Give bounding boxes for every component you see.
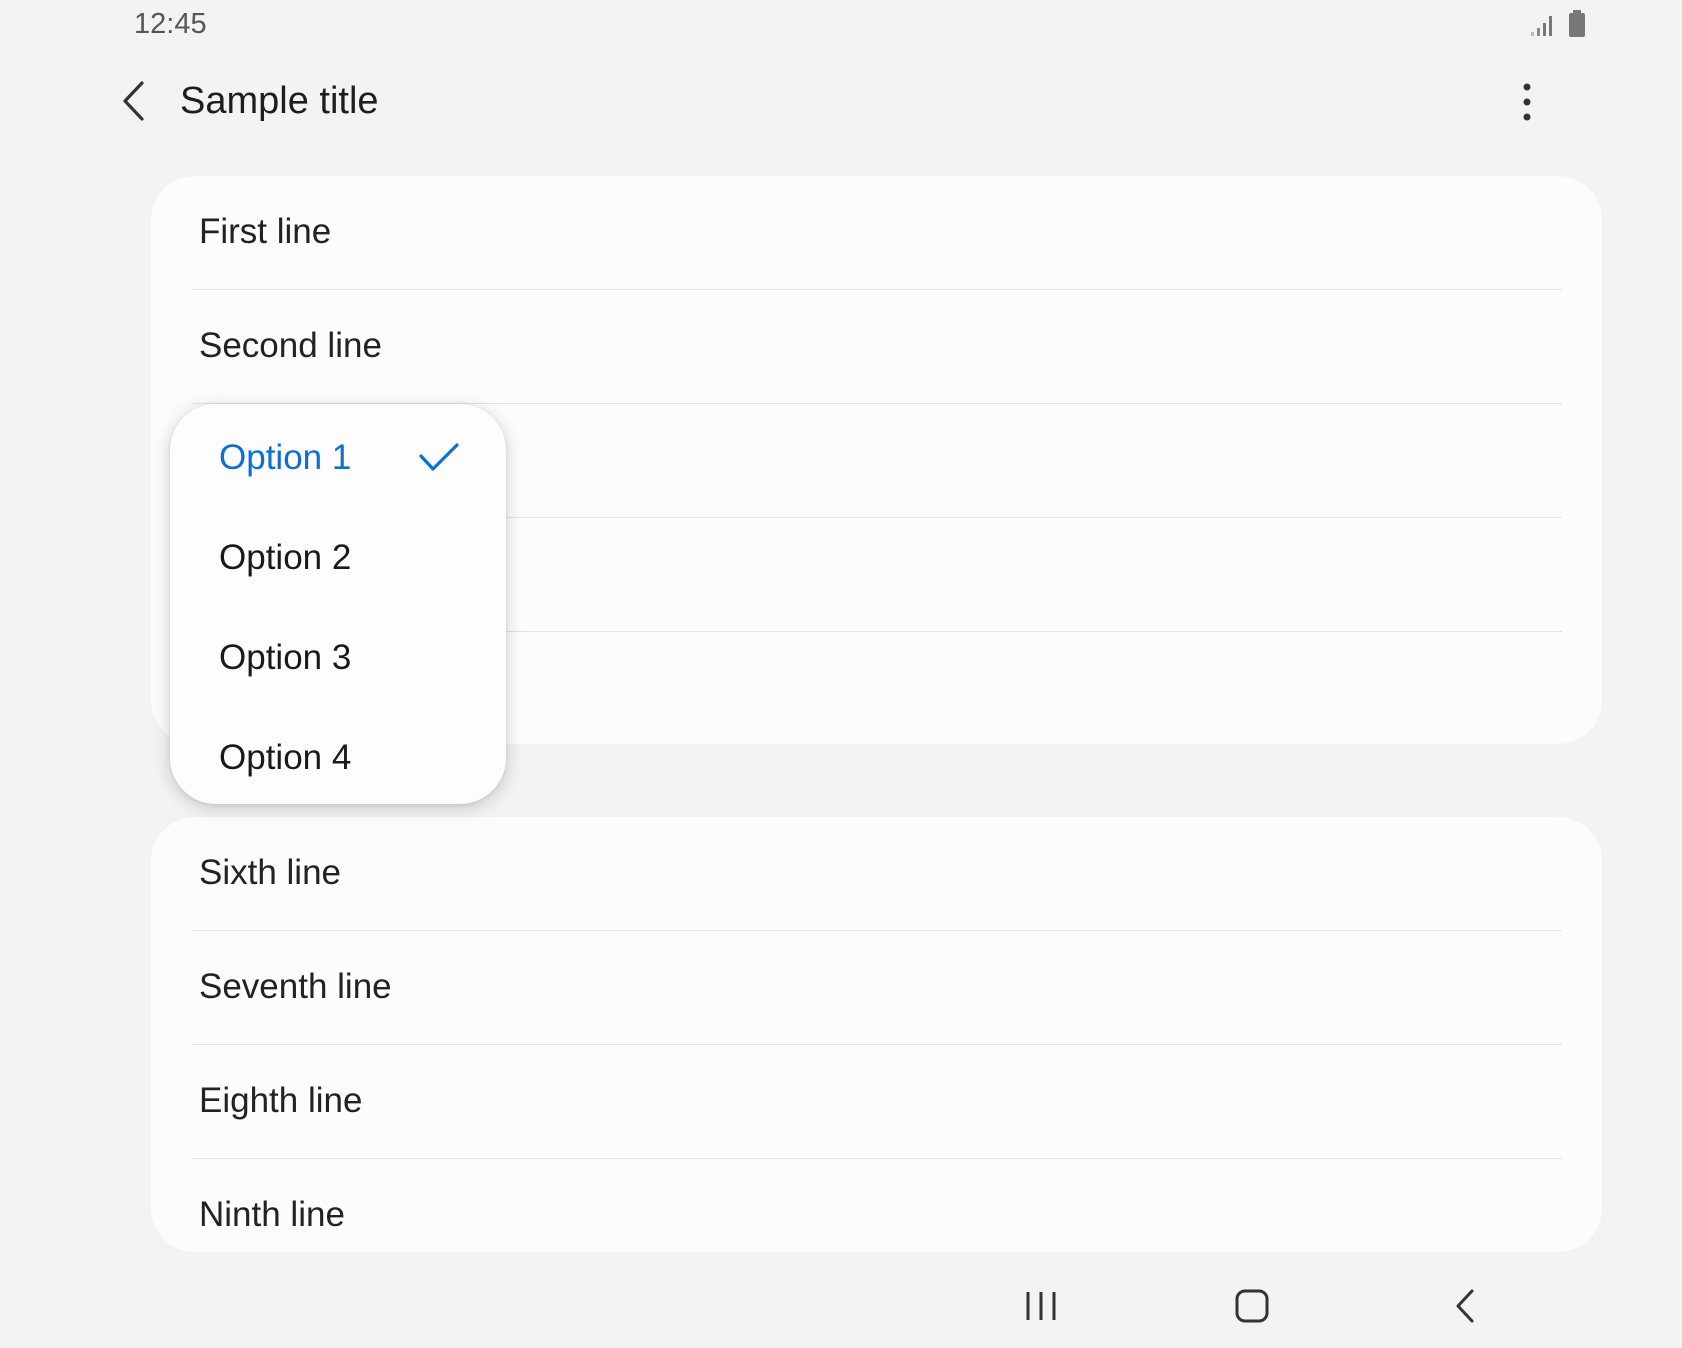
status-icons — [1530, 10, 1586, 43]
recent-apps-button[interactable] — [1011, 1280, 1071, 1336]
option-label: Option 2 — [219, 538, 352, 577]
checkmark-icon — [418, 442, 460, 474]
list-item-label: Seventh line — [199, 967, 392, 1006]
list-item-first[interactable]: First line — [151, 176, 1602, 290]
popup-option-4[interactable]: Option 4 — [170, 708, 506, 808]
more-options-button[interactable] — [1512, 80, 1542, 128]
popup-option-2[interactable]: Option 2 — [170, 508, 506, 608]
navigation-bar — [0, 1270, 1682, 1348]
back-icon — [1453, 1288, 1477, 1329]
back-arrow-icon — [121, 80, 145, 126]
list-item-eighth[interactable]: Eighth line — [151, 1045, 1602, 1159]
list-item-label: Sixth line — [199, 853, 342, 892]
home-button[interactable] — [1222, 1280, 1282, 1336]
list-item-label: First line — [199, 212, 332, 251]
list-item-label: Ninth line — [199, 1195, 345, 1234]
back-button[interactable] — [110, 78, 156, 128]
page-title: Sample title — [180, 80, 379, 122]
home-icon — [1234, 1288, 1270, 1329]
nav-back-button[interactable] — [1435, 1280, 1495, 1336]
app-bar: Sample title — [0, 60, 1682, 150]
list-item-label: Second line — [199, 326, 382, 365]
option-label: Option 1 — [219, 438, 352, 477]
option-label: Option 4 — [219, 738, 352, 777]
battery-icon — [1568, 10, 1586, 43]
popup-option-1[interactable]: Option 1 — [170, 408, 506, 508]
status-time: 12:45 — [134, 8, 207, 40]
popup-option-3[interactable]: Option 3 — [170, 608, 506, 708]
list-item-second[interactable]: Second line — [151, 290, 1602, 404]
more-vertical-icon — [1522, 82, 1532, 127]
list-item-ninth[interactable]: Ninth line — [151, 1159, 1602, 1252]
recent-apps-icon — [1024, 1289, 1058, 1328]
list-item-sixth[interactable]: Sixth line — [151, 817, 1602, 931]
status-bar: 12:45 — [0, 0, 1682, 50]
option-label: Option 3 — [219, 638, 352, 677]
list-group-2: Sixth line Seventh line Eighth line Nint… — [151, 817, 1602, 1252]
popup-menu: Option 1 Option 2 Option 3 Option 4 — [170, 404, 506, 804]
signal-icon — [1530, 12, 1556, 43]
list-item-label: Eighth line — [199, 1081, 363, 1120]
list-item-seventh[interactable]: Seventh line — [151, 931, 1602, 1045]
